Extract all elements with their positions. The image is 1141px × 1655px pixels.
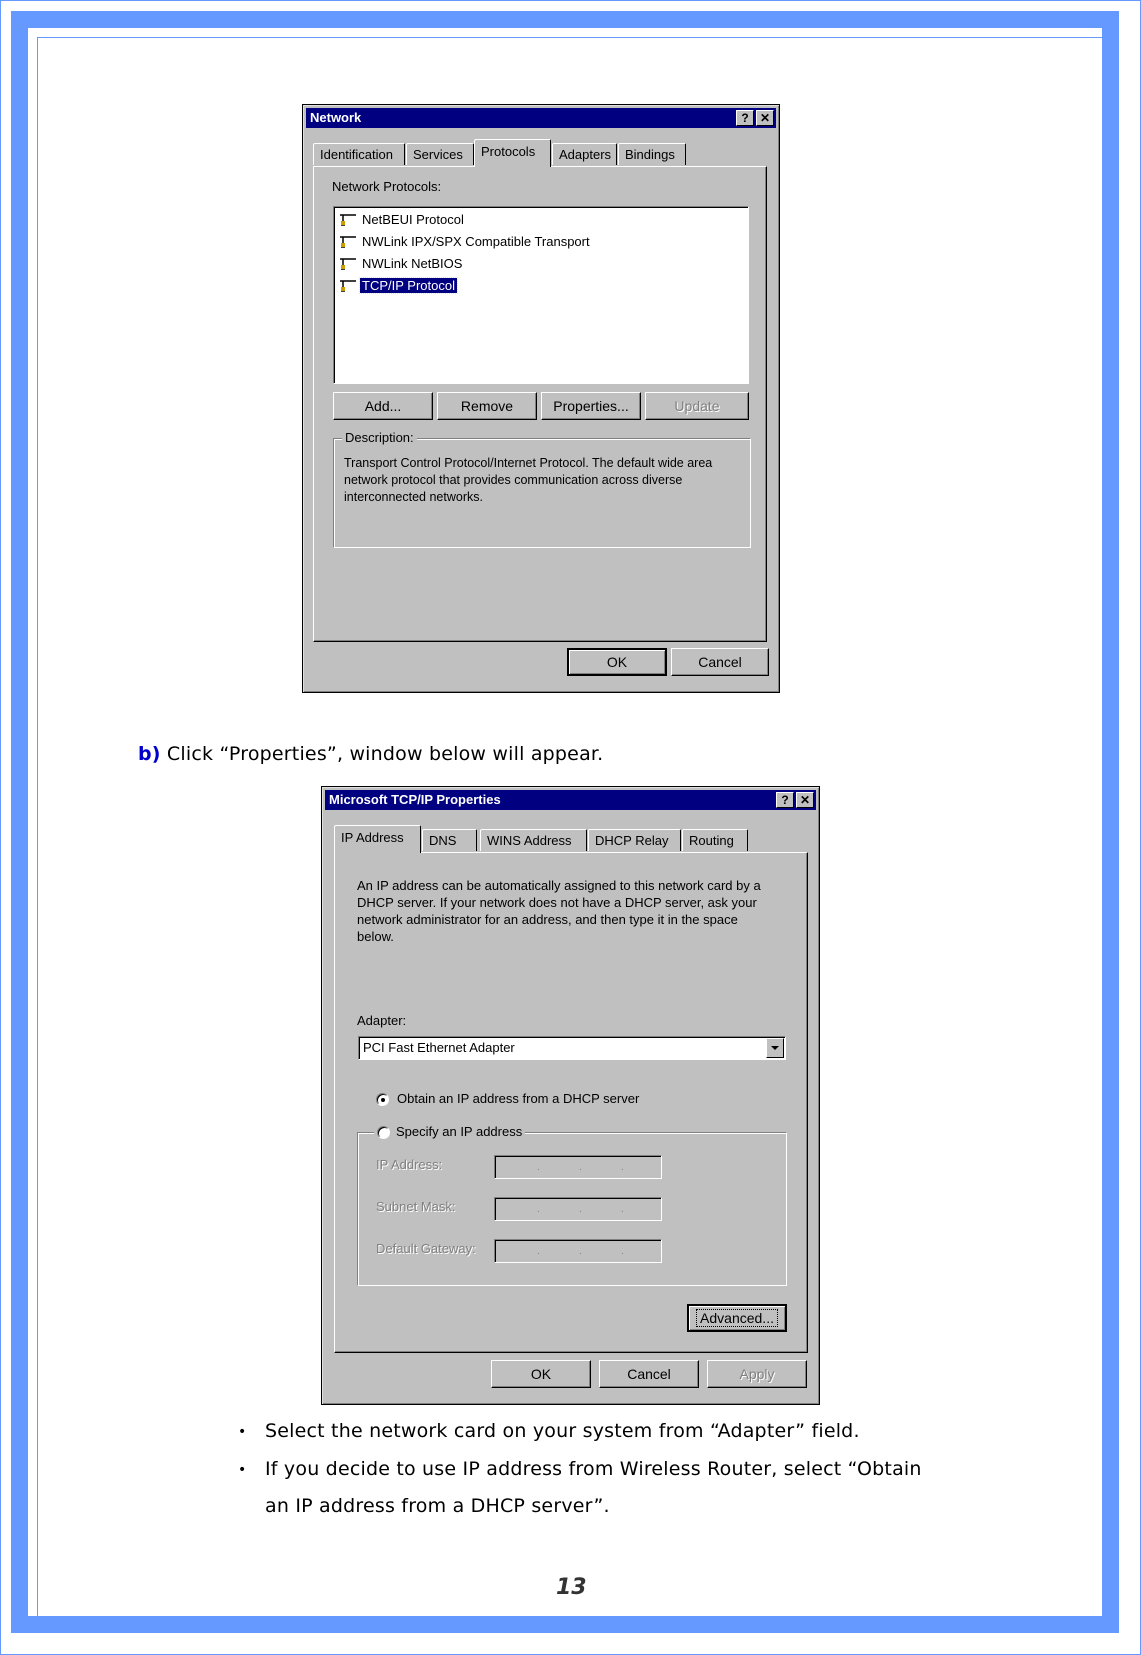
intro-text: An IP address can be automatically assig… <box>357 878 761 944</box>
ip-address-label: IP Address: <box>376 1157 443 1172</box>
cancel-button[interactable]: Cancel <box>599 1360 699 1388</box>
specify-ip-legend: Specify an IP address <box>374 1124 526 1140</box>
adapter-value: PCI Fast Ethernet Adapter <box>363 1040 515 1055</box>
tab-routing[interactable]: Routing <box>682 829 748 851</box>
step-text: Click “Properties”, window below will ap… <box>160 743 604 765</box>
bullet-text: If you decide to use IP address from Wir… <box>265 1458 922 1480</box>
radio-obtain-dhcp[interactable] <box>376 1093 389 1106</box>
default-gateway-field[interactable]: ... <box>494 1239 662 1263</box>
default-gateway-label: Default Gateway: <box>376 1241 476 1256</box>
help-button[interactable]: ? <box>736 110 754 126</box>
tab-dhcp-relay[interactable]: DHCP Relay <box>588 829 681 851</box>
tcpip-properties-dialog: Microsoft TCP/IP Properties ? ✕ IP Addre… <box>321 786 820 1405</box>
network-dialog-titlebar: Network ? ✕ <box>306 108 776 128</box>
network-protocol-icon <box>340 257 356 270</box>
step-label: b) <box>138 743 161 765</box>
chevron-down-icon[interactable] <box>766 1038 784 1058</box>
protocols-list[interactable]: NetBEUI Protocol NWLink IPX/SPX Compatib… <box>333 206 749 384</box>
update-button[interactable]: Update <box>645 392 749 420</box>
tab-dns[interactable]: DNS <box>422 829 477 851</box>
radio-obtain-dhcp-label[interactable]: Obtain an IP address from a DHCP server <box>397 1091 639 1106</box>
properties-button[interactable]: Properties... <box>541 392 641 420</box>
network-protocol-icon <box>340 279 356 292</box>
network-dialog: Network ? ✕ Identification Services Prot… <box>302 104 780 693</box>
bullet-text-continuation: an IP address from a DHCP server”. <box>265 1495 610 1517</box>
network-protocols-label: Network Protocols: <box>332 179 442 194</box>
description-text: Transport Control Protocol/Internet Prot… <box>344 456 713 504</box>
ip-address-panel: An IP address can be automatically assig… <box>334 852 808 1353</box>
description-group: Description: Transport Control Protocol/… <box>333 430 751 548</box>
tcpip-dialog-titlebar: Microsoft TCP/IP Properties ? ✕ <box>325 790 816 810</box>
tab-ip-address[interactable]: IP Address <box>334 825 421 853</box>
step-b-instruction: b) Click “Properties”, window below will… <box>138 743 603 765</box>
page-number: 13 <box>556 1575 587 1600</box>
dialog-title: Network <box>310 110 362 125</box>
tab-adapters[interactable]: Adapters <box>552 143 617 165</box>
tab-protocols[interactable]: Protocols <box>474 139 551 167</box>
subnet-mask-field[interactable]: ... <box>494 1197 662 1221</box>
remove-button[interactable]: Remove <box>437 392 537 420</box>
list-item[interactable]: NWLink NetBIOS <box>338 254 464 274</box>
description-label: Description: <box>342 430 417 445</box>
close-button[interactable]: ✕ <box>756 110 774 126</box>
bullet-glyph: • <box>238 1462 247 1478</box>
network-protocol-icon <box>340 235 356 248</box>
subnet-mask-label: Subnet Mask: <box>376 1199 456 1214</box>
help-button[interactable]: ? <box>776 792 794 808</box>
tcpip-tabs: IP Address DNS WINS Address DHCP Relay R… <box>334 825 804 853</box>
tab-bindings[interactable]: Bindings <box>618 143 686 165</box>
adapter-label: Adapter: <box>357 1013 407 1028</box>
ok-button[interactable]: OK <box>567 648 667 676</box>
ok-button[interactable]: OK <box>491 1360 591 1388</box>
list-item-selected[interactable]: TCP/IP Protocol <box>338 276 458 296</box>
list-item[interactable]: NetBEUI Protocol <box>338 210 466 230</box>
list-item[interactable]: NWLink IPX/SPX Compatible Transport <box>338 232 592 252</box>
ip-address-field[interactable]: ... <box>494 1155 662 1179</box>
network-protocol-icon <box>340 213 356 226</box>
tab-services[interactable]: Services <box>406 143 474 165</box>
cancel-button[interactable]: Cancel <box>671 648 769 676</box>
radio-specify-ip-label[interactable]: Specify an IP address <box>396 1124 522 1139</box>
bullet-glyph: • <box>238 1424 247 1440</box>
close-button[interactable]: ✕ <box>796 792 814 808</box>
tab-wins-address[interactable]: WINS Address <box>480 829 587 851</box>
protocols-panel: Network Protocols: NetBEUI Protocol NWLi… <box>313 166 767 642</box>
tab-identification[interactable]: Identification <box>313 143 405 165</box>
apply-button[interactable]: Apply <box>707 1360 807 1388</box>
specify-ip-group: Specify an IP address IP Address: ... Su… <box>357 1124 787 1286</box>
bullet-text: Select the network card on your system f… <box>265 1420 860 1442</box>
radio-specify-ip[interactable] <box>377 1126 390 1140</box>
add-button[interactable]: Add... <box>333 392 433 420</box>
adapter-select[interactable]: PCI Fast Ethernet Adapter <box>358 1036 786 1060</box>
network-tabs: Identification Services Protocols Adapte… <box>313 139 773 167</box>
dialog-title: Microsoft TCP/IP Properties <box>329 792 501 807</box>
advanced-button[interactable]: Advanced... <box>687 1304 787 1332</box>
